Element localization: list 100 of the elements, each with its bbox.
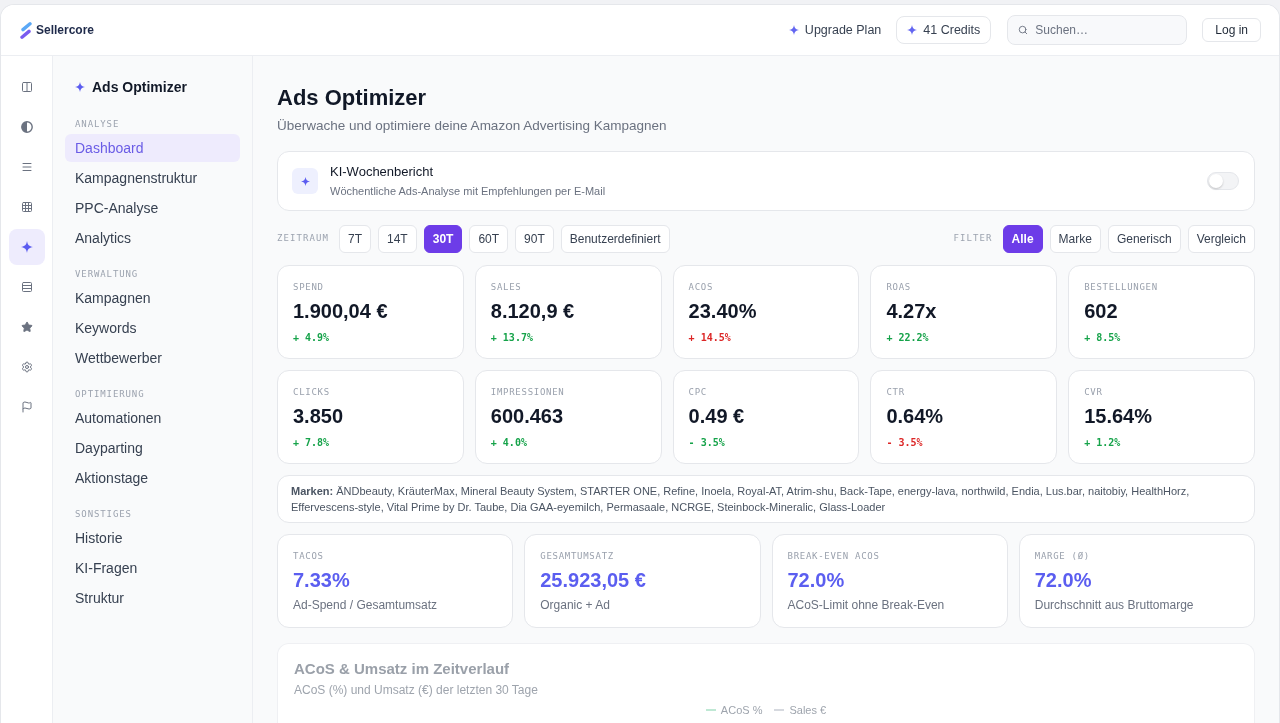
kpi-label: ROAS [886, 281, 912, 293]
sidebar-item[interactable]: Aktionstage [65, 464, 240, 492]
summary-value: 7.33% [293, 568, 351, 593]
kpi-value: 23.40% [688, 299, 758, 324]
settings-icon [20, 361, 33, 373]
kpi-change: - 3.5% [886, 436, 924, 450]
sidebar-item[interactable]: Kampagnen [65, 284, 240, 312]
sparkle-icon [20, 241, 33, 253]
kpi-label: CPC [688, 386, 708, 398]
section-heading: VERWALTUNG [74, 268, 140, 280]
sidebar-item[interactable]: Historie [65, 524, 240, 552]
sidebar-item[interactable]: Wettbewerber [65, 344, 240, 372]
kpi-value: 15.64% [1084, 404, 1154, 429]
summary-note: ACoS-Limit ohne Break-Even [787, 597, 946, 613]
sidebar-item[interactable]: Kampagnenstruktur [65, 164, 240, 192]
summary-value: 25.923,05 € [540, 568, 647, 593]
period-button[interactable]: 60T [469, 225, 509, 253]
summary-label: BREAK-EVEN ACOS [787, 550, 881, 562]
sidebar-item[interactable]: Keywords [65, 314, 240, 342]
sidebar-item[interactable]: Dayparting [65, 434, 240, 462]
kpi-change: + 22.2% [886, 331, 930, 345]
rail-button[interactable] [8, 229, 45, 265]
kpi-change: + 7.8% [293, 436, 331, 450]
summary-label: MARGE (Ø) [1034, 550, 1091, 562]
upgrade-link[interactable]: Upgrade Plan [788, 20, 882, 40]
toggle-switch[interactable] [1207, 172, 1239, 190]
star-icon [20, 321, 33, 333]
search-field[interactable]: Suchen… [1007, 15, 1188, 45]
filter-button[interactable]: Generisch [1107, 225, 1181, 253]
kpi-value: 602 [1084, 299, 1119, 324]
kpi-value: 3.850 [293, 404, 345, 429]
summary-note: Durchschnitt aus Bruttomarge [1034, 597, 1195, 613]
chart-subtitle: ACoS (%) und Umsatz (€) der letzten 30 Tage [294, 682, 539, 698]
sidebar-item[interactable]: Automationen [65, 404, 240, 432]
summary-note: Organic + Ad [540, 597, 611, 613]
kpi-value: 8.120,9 € [490, 299, 576, 324]
kpi-change: + 4.9% [293, 331, 331, 345]
period-button[interactable]: 90T [515, 225, 554, 253]
filter-button[interactable]: Alle [1002, 225, 1043, 253]
kpi-change: + 8.5% [1084, 331, 1122, 345]
legend-label: Sales € [789, 703, 827, 717]
kpi-value: 600.463 [490, 404, 565, 429]
logo-icon [20, 21, 32, 39]
kpi-label: CVR [1084, 386, 1104, 398]
flag-icon [20, 401, 33, 413]
page-subtitle: Überwache und optimiere deine Amazon Advertising Kampagnen [277, 117, 668, 135]
kpi-value: 1.900,04 € [293, 299, 389, 324]
chart-title: ACoS & Umsatz im Zeitverlauf [294, 659, 511, 679]
kpi-change: - 3.5% [688, 436, 726, 450]
brand-list: Marken: ÄNDbeauty, KräuterMax, Mineral Beauty System, STARTER ONE, Refine, Inoela, Royal-AT, Atrim-shu, Back-Tape, energy-lava, northwild, Endia, Lus.bar, naitobiy, HealthHorz, Effervescens-style, Vital Prime by Dr. Taube, Dia GAA-eyemilch, Permasaale, NCRGE, Steinbock-Mineralic, Glass-Loader [291, 483, 1241, 515]
summary-value: 72.0% [787, 568, 846, 593]
period-label: ZEITRAUM [277, 232, 329, 246]
search-icon [1018, 25, 1029, 35]
section-heading: ANALYSE [74, 118, 121, 130]
grid-icon [20, 201, 33, 213]
sparkle-icon [75, 82, 85, 92]
half-circle-icon [20, 121, 33, 133]
period-button[interactable]: 7T [339, 225, 371, 253]
kpi-label: BESTELLUNGEN [1084, 281, 1159, 293]
period-button[interactable]: 14T [378, 225, 417, 253]
kpi-label: SPEND [293, 281, 325, 293]
credits-button[interactable]: 41 Credits [896, 16, 992, 44]
kpi-value: 0.49 € [688, 404, 746, 429]
summary-label: TACOS [293, 550, 325, 562]
kpi-value: 0.64% [886, 404, 945, 429]
kpi-label: CLICKS [293, 386, 331, 398]
columns-icon [20, 81, 33, 93]
kpi-change: + 14.5% [688, 331, 732, 345]
sparkle-icon [788, 25, 799, 35]
menu-icon [20, 161, 33, 173]
sidebar-item[interactable]: Analytics [65, 224, 240, 252]
filter-button[interactable]: Vergleich [1187, 225, 1255, 253]
sparkle-icon [292, 168, 318, 194]
summary-note: Ad-Spend / Gesamtumsatz [293, 597, 439, 613]
sidebar-item[interactable]: PPC-Analyse [65, 194, 240, 222]
report-description: Wöchentliche Ads-Analyse mit Empfehlungen per E-Mail [330, 184, 606, 199]
report-title: KI-Wochenbericht [330, 163, 435, 181]
period-button[interactable]: Benutzerdefiniert [560, 225, 670, 253]
summary-value: 72.0% [1034, 568, 1093, 593]
kpi-label: ACOS [688, 281, 715, 293]
kpi-change: + 4.0% [490, 436, 528, 450]
section-heading: OPTIMIERUNG [74, 388, 146, 400]
period-button[interactable]: 30T [423, 225, 463, 253]
sidebar-item[interactable]: Dashboard [65, 134, 240, 162]
brand-name: Sellercore [36, 22, 95, 39]
legend-label: ACoS % [720, 703, 763, 717]
kpi-change: + 13.7% [490, 331, 534, 345]
section-heading: SONSTIGES [74, 508, 133, 520]
kpi-label: IMPRESSIONEN [490, 386, 566, 398]
kpi-label: SALES [490, 281, 523, 293]
sidebar-item[interactable]: Struktur [65, 584, 240, 612]
rows-icon [20, 281, 33, 293]
kpi-change: + 1.2% [1084, 436, 1122, 450]
login-button[interactable]: Log in [1202, 18, 1261, 42]
sidebar-title: Ads Optimizer [92, 78, 187, 97]
kpi-label: CTR [886, 386, 906, 398]
summary-label: GESAMTUMSATZ [540, 550, 615, 562]
sidebar-item[interactable]: KI-Fragen [65, 554, 240, 582]
sparkle-icon [907, 25, 918, 35]
filter-button[interactable]: Marke [1049, 225, 1101, 253]
